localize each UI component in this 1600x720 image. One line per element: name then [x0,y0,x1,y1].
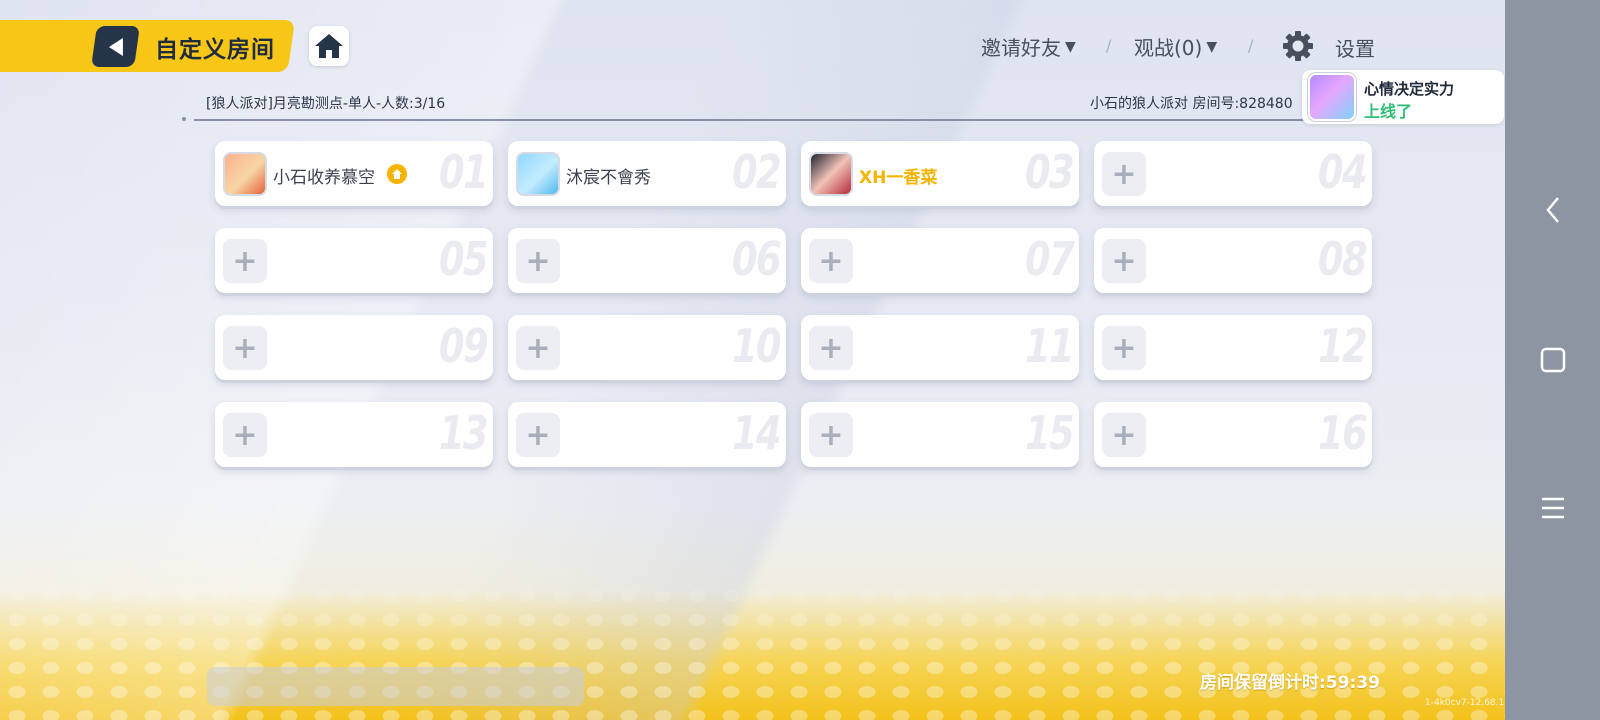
add-player-icon: + [809,239,853,283]
room-owner-info: 小石的狼人派对 房间号:828480 [1090,96,1293,112]
player-name: 小石收养慕空 [273,168,375,188]
slot-number: 11 [1024,319,1075,373]
player-name: XH一香菜 [859,168,938,188]
add-player-icon: + [1102,326,1146,370]
empty-slot-5[interactable]: 05 + [215,228,493,293]
slot-number: 16 [1317,406,1368,460]
slot-number: 12 [1317,319,1368,373]
invite-friends-label: 邀请好友 [981,36,1061,60]
slot-number: 10 [731,319,782,373]
gear-icon[interactable] [1282,30,1314,62]
add-player-icon: + [516,413,560,457]
empty-slot-8[interactable]: 08 + [1094,228,1372,293]
system-recents-button[interactable] [1530,485,1576,531]
player-name: 沐宸不會秀 [566,168,651,188]
chat-input-bar[interactable] [207,667,584,706]
add-player-icon: + [1102,152,1146,196]
slot-number: 01 [438,145,489,199]
system-home-button[interactable] [1530,337,1576,383]
back-button[interactable] [91,26,140,67]
friend-online-notification[interactable]: 心情决定实力 上线了 [1302,70,1504,124]
slot-number: 05 [438,232,489,286]
player-slot-3[interactable]: 03 XH一香菜 [801,141,1079,206]
host-crown-icon [387,164,407,184]
friend-name: 心情决定实力 [1364,80,1455,98]
divider-dot [182,117,186,121]
spectate-label: 观战(0) [1134,36,1203,60]
room-description: [狼人派对]月亮勘测点-单人-人数:3/16 [206,96,446,112]
slot-number: 07 [1024,232,1075,286]
add-player-icon: + [516,239,560,283]
empty-slot-11[interactable]: 11 + [801,315,1079,380]
slot-number: 14 [731,406,782,460]
home-button[interactable] [309,26,349,66]
slot-number: 02 [731,145,782,199]
slot-number: 09 [438,319,489,373]
empty-slot-7[interactable]: 07 + [801,228,1079,293]
back-arrow-icon [108,37,123,56]
player-slot-1[interactable]: 01 小石收养慕空 [215,141,493,206]
chevron-down-icon: ▼ [1206,38,1218,55]
home-icon [315,34,343,58]
player-slot-2[interactable]: 02 沐宸不會秀 [508,141,786,206]
add-player-icon: + [809,326,853,370]
room-countdown: 房间保留倒计时:59:39 [1200,673,1380,693]
empty-slot-16[interactable]: 16 + [1094,402,1372,467]
add-player-icon: + [809,413,853,457]
info-divider [194,119,1374,121]
add-player-icon: + [223,413,267,457]
menu-separator: / [1248,36,1254,55]
settings-button[interactable]: 设置 [1335,33,1375,62]
avatar [223,152,267,196]
empty-slot-15[interactable]: 15 + [801,402,1079,467]
empty-slot-4[interactable]: 04 + [1094,141,1372,206]
avatar [1308,73,1356,121]
empty-slot-13[interactable]: 13 + [215,402,493,467]
slot-number: 13 [438,406,489,460]
slot-number: 15 [1024,406,1075,460]
avatar [809,152,853,196]
empty-slot-14[interactable]: 14 + [508,402,786,467]
add-player-icon: + [1102,239,1146,283]
chevron-left-icon [1546,197,1559,223]
empty-slot-12[interactable]: 12 + [1094,315,1372,380]
avatar [516,152,560,196]
empty-slot-10[interactable]: 10 + [508,315,786,380]
slot-number: 06 [731,232,782,286]
spectate-button[interactable]: 观战(0) ▼ [1134,32,1217,61]
system-back-button[interactable] [1530,187,1576,233]
menu-separator: / [1106,36,1112,55]
empty-slot-9[interactable]: 09 + [215,315,493,380]
empty-slot-6[interactable]: 06 + [508,228,786,293]
menu-icon [1542,497,1564,519]
page-title: 自定义房间 [155,37,275,63]
chevron-down-icon: ▼ [1065,38,1076,55]
invite-friends-button[interactable]: 邀请好友 ▼ [981,32,1076,61]
slot-number: 08 [1317,232,1368,286]
add-player-icon: + [223,326,267,370]
slot-number: 03 [1024,145,1075,199]
add-player-icon: + [516,326,560,370]
online-status: 上线了 [1364,102,1413,121]
slot-number: 04 [1317,145,1368,199]
add-player-icon: + [223,239,267,283]
square-icon [1540,347,1566,373]
add-player-icon: + [1102,413,1146,457]
